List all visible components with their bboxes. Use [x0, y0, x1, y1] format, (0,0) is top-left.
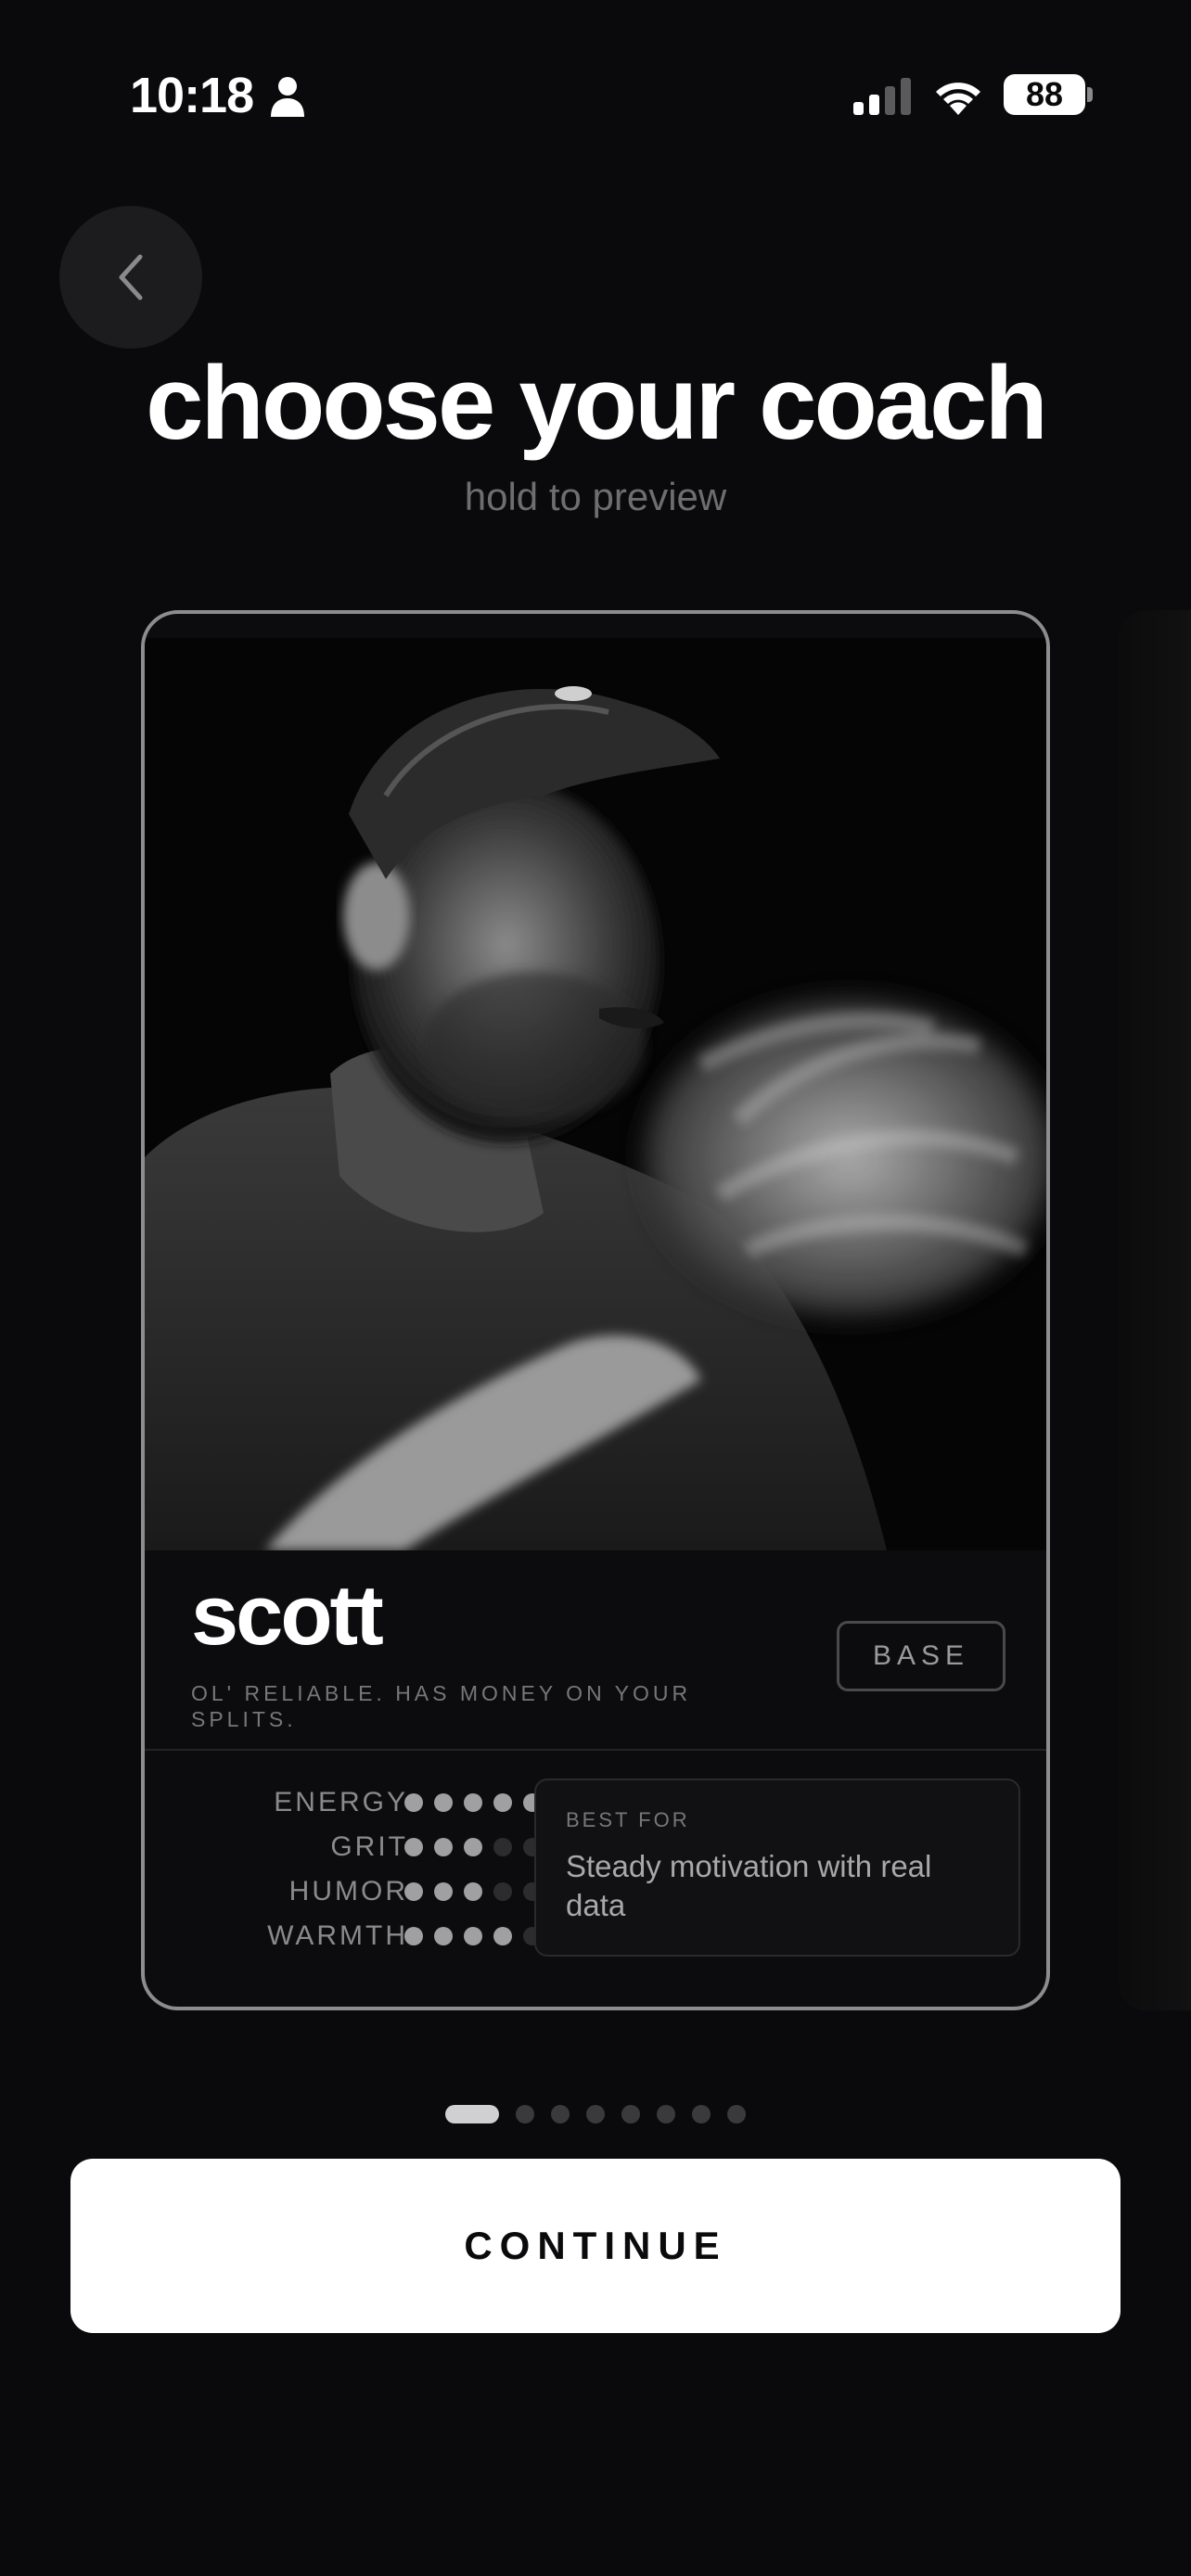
- card-divider: [145, 1749, 1046, 1751]
- battery-cap: [1087, 87, 1093, 102]
- stat-dots: [404, 1882, 542, 1901]
- page-indicator: [0, 2105, 1191, 2123]
- stat-dots: [404, 1927, 542, 1945]
- stat-dot-filled: [404, 1927, 423, 1945]
- stat-dot-filled: [404, 1882, 423, 1901]
- coach-photo: [145, 638, 1046, 1550]
- stat-label: ENERGY: [274, 1787, 408, 1817]
- tier-badge: BASE: [837, 1621, 1005, 1691]
- status-time: 10:18: [130, 68, 254, 123]
- stat-label: GRIT: [330, 1831, 408, 1862]
- coach-card[interactable]: scott OL' RELIABLE. HAS MONEY ON YOUR SP…: [141, 610, 1050, 2010]
- stat-dot-filled: [464, 1838, 482, 1856]
- next-coach-card-peek[interactable]: [1119, 610, 1191, 2010]
- stat-dot-filled: [464, 1927, 482, 1945]
- pager-dot[interactable]: [657, 2105, 675, 2123]
- back-button[interactable]: [59, 206, 202, 349]
- stat-dot-filled: [404, 1793, 423, 1812]
- stat-dot-empty: [493, 1838, 512, 1856]
- stat-dot-filled: [464, 1793, 482, 1812]
- stat-label: WARMTH: [267, 1920, 408, 1951]
- stat-dot-filled: [434, 1927, 453, 1945]
- page-title: choose your coach: [146, 345, 1048, 461]
- pager-dot-active[interactable]: [445, 2105, 499, 2123]
- coach-selection-screen: 10:18 88 choose your coach hold to previ…: [0, 0, 1191, 2576]
- coach-portrait-image: [145, 638, 1046, 1550]
- pager-dot[interactable]: [727, 2105, 746, 2123]
- best-for-label: BEST FOR: [566, 1808, 690, 1831]
- stat-dot-filled: [464, 1882, 482, 1901]
- stat-dot-filled: [493, 1927, 512, 1945]
- pager-dot[interactable]: [551, 2105, 570, 2123]
- stat-dots: [404, 1838, 542, 1856]
- stat-dots: [404, 1793, 542, 1812]
- wifi-icon: [936, 83, 980, 115]
- stat-dot-empty: [493, 1882, 512, 1901]
- stat-dot-filled: [434, 1793, 453, 1812]
- pager-dot[interactable]: [516, 2105, 534, 2123]
- coach-tagline: OL' RELIABLE. HAS MONEY ON YOUR SPLITS.: [191, 1681, 692, 1731]
- signal-icon: [853, 78, 911, 115]
- stat-dot-filled: [493, 1793, 512, 1812]
- stat-dot-filled: [404, 1838, 423, 1856]
- person-icon: [271, 77, 304, 117]
- pager-dot[interactable]: [621, 2105, 640, 2123]
- pager-dot[interactable]: [692, 2105, 711, 2123]
- stat-label: HUMOR: [288, 1876, 408, 1906]
- best-for-text: Steady motivation with real data: [566, 1849, 932, 1922]
- continue-button[interactable]: CONTINUE: [70, 2159, 1121, 2333]
- chevron-left-icon: [119, 254, 143, 300]
- battery-icon: 88: [1004, 74, 1085, 115]
- page-subtitle: hold to preview: [464, 475, 727, 518]
- stat-dot-filled: [434, 1882, 453, 1901]
- coach-name: scott: [191, 1568, 384, 1663]
- best-for-box: BEST FOR Steady motivation with real dat…: [534, 1779, 1020, 1957]
- stat-dot-filled: [434, 1838, 453, 1856]
- pager-dot[interactable]: [586, 2105, 605, 2123]
